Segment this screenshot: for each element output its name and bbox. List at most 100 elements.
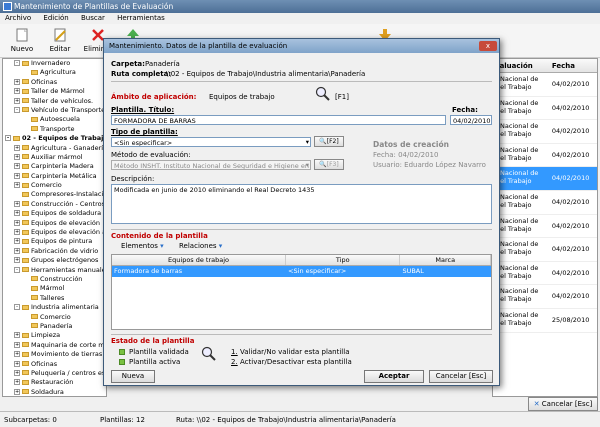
nueva-button[interactable]: Nueva (111, 370, 155, 383)
tree-item[interactable]: - Industria alimentaria (3, 303, 106, 312)
tree-item[interactable]: Comercio (3, 313, 106, 322)
contenido-grid[interactable]: Equipos de trabajo Tipo Marca Formadora … (111, 254, 492, 330)
grid-col-equipos[interactable]: Equipos de trabajo (112, 255, 287, 265)
tree-item[interactable]: + Construcción - Centros (3, 200, 106, 209)
menu-archivo[interactable]: Archivo (0, 13, 36, 23)
editar-button[interactable]: Editar (40, 26, 80, 56)
tree-item[interactable]: + Oficinas (3, 360, 106, 369)
tree-item[interactable]: + Comercio (3, 181, 106, 190)
menu-edicion[interactable]: Edición (38, 13, 73, 23)
tree-item[interactable]: + Movimiento de tierras (3, 350, 106, 359)
tree-item[interactable]: + Taller de Mármol (3, 87, 106, 96)
col-fecha[interactable]: Fecha (550, 59, 597, 72)
tree-item[interactable]: + Maquinaria de corte mál (3, 341, 106, 350)
tree-item[interactable]: + Peluquería / centros esté (3, 369, 106, 378)
cancel-main-button[interactable]: ✕ Cancelar [Esc] (528, 397, 598, 411)
expand-icon[interactable]: + (14, 163, 20, 170)
tree-item[interactable]: + Grupos electrógenos (3, 256, 106, 265)
table-row[interactable]: o Nacional de e el Trabajo 04/02/2010 (493, 167, 597, 191)
expand-icon[interactable]: + (14, 78, 20, 85)
nuevo-button[interactable]: Nuevo (2, 26, 42, 56)
expand-icon[interactable]: + (14, 97, 20, 104)
tree-item[interactable]: + Auxiliar mármol (3, 153, 106, 162)
tree-item[interactable]: Talleres (3, 294, 106, 303)
tree-item[interactable]: Agricultura (3, 68, 106, 77)
f2-button[interactable]: 🔍[F2] (314, 136, 344, 147)
grid-col-marca[interactable]: Marca (400, 255, 491, 265)
tree-item[interactable]: + Soldadura (3, 388, 106, 396)
tree-item[interactable]: + Equipos de soldadura (3, 209, 106, 218)
collapse-icon[interactable]: - (5, 135, 11, 142)
grid-col-tipo[interactable]: Tipo (286, 255, 401, 265)
expand-icon[interactable]: + (14, 144, 20, 151)
table-row[interactable]: o Nacional de e el Trabajo 25/08/2010 (493, 309, 597, 333)
tree-item[interactable]: + Fabricación de vidrio (3, 247, 106, 256)
collapse-icon[interactable]: - (14, 266, 20, 273)
expand-icon[interactable]: + (14, 88, 20, 95)
opt2-link[interactable]: Activar/Desactivar esta plantilla (240, 358, 352, 366)
table-row[interactable]: o Nacional de e el Trabajo 04/02/2010 (493, 97, 597, 121)
table-row[interactable]: o Nacional de e el Trabajo 04/02/2010 (493, 285, 597, 309)
expand-icon[interactable]: + (14, 379, 20, 386)
expand-icon[interactable]: + (14, 351, 20, 358)
tree-item[interactable]: Panadería (3, 322, 106, 331)
tree-item[interactable]: + Equipos de elevación (3, 219, 106, 228)
expand-icon[interactable]: + (14, 341, 20, 348)
tree-item[interactable]: + Restauración (3, 378, 106, 387)
expand-icon[interactable]: + (14, 369, 20, 376)
opt1-link[interactable]: Validar/No validar esta plantilla (240, 348, 350, 356)
descripcion-textarea[interactable]: Modificada en junio de 2010 eliminando e… (111, 184, 492, 224)
table-row[interactable]: o Nacional de e el Trabajo 04/02/2010 (493, 262, 597, 286)
expand-icon[interactable]: + (14, 257, 20, 264)
grid-row[interactable]: Formadora de barras <Sin especificar> SU… (112, 266, 491, 277)
tree-item[interactable]: Transporte (3, 125, 106, 134)
col-evaluacion[interactable]: valuación (493, 59, 550, 72)
tree-item[interactable]: Autoescuela (3, 115, 106, 124)
opt1-number[interactable]: 1. (231, 348, 238, 356)
expand-icon[interactable]: + (14, 153, 20, 160)
expand-icon[interactable]: + (14, 247, 20, 254)
tree-item[interactable]: + Taller de vehículos. (3, 97, 106, 106)
menu-buscar[interactable]: Buscar (76, 13, 110, 23)
expand-icon[interactable]: + (14, 172, 20, 179)
tree-item[interactable]: + Carpintería Madera (3, 162, 106, 171)
table-row[interactable]: o Nacional de e el Trabajo 04/02/2010 (493, 73, 597, 97)
templates-table[interactable]: valuación Fecha o Nacional de e el Trabaj… (492, 58, 598, 397)
tree-item[interactable]: - Herramientas manuales (3, 266, 106, 275)
tree-item[interactable]: Construcción (3, 275, 106, 284)
tree-item[interactable]: + Carpintería Metálica (3, 172, 106, 181)
collapse-icon[interactable]: - (14, 60, 20, 66)
tree-item[interactable]: - Invernadero (3, 59, 106, 68)
table-row[interactable]: o Nacional de e el Trabajo 04/02/2010 (493, 215, 597, 239)
tree-item[interactable]: - 02 - Equipos de Trabajo (3, 134, 106, 143)
cancelar-button[interactable]: Cancelar [Esc] (429, 370, 493, 383)
expand-icon[interactable]: + (14, 332, 20, 339)
tree-item[interactable]: + Limpieza (3, 331, 106, 340)
expand-icon[interactable]: + (14, 360, 20, 367)
tree-item[interactable]: + Agricultura - Ganadería (3, 144, 106, 153)
expand-icon[interactable]: + (14, 219, 20, 226)
fecha-field[interactable]: 04/02/2010 (450, 115, 492, 125)
table-row[interactable]: o Nacional de e el Trabajo 04/02/2010 (493, 120, 597, 144)
opt2-number[interactable]: 2. (231, 358, 238, 366)
search-icon[interactable] (315, 86, 331, 102)
folder-tree[interactable]: - Invernadero Agricultura + Oficinas + Taller … (2, 58, 107, 397)
tree-item[interactable]: Compresores-Instalaciones (3, 190, 106, 199)
elementos-menu[interactable]: Elementos ▾ (121, 242, 164, 250)
dialog-close-button[interactable]: x (479, 41, 497, 51)
table-row[interactable]: o Nacional de e el Trabajo 04/02/2010 (493, 144, 597, 168)
expand-icon[interactable]: + (14, 238, 20, 245)
tipo-select[interactable]: <Sin especificar> ▾ (111, 137, 311, 147)
table-row[interactable]: o Nacional de e el Trabajo 04/02/2010 (493, 191, 597, 215)
expand-icon[interactable]: + (14, 210, 20, 217)
expand-icon[interactable]: + (14, 388, 20, 395)
expand-icon[interactable]: + (14, 229, 20, 236)
collapse-icon[interactable]: - (14, 106, 20, 113)
collapse-icon[interactable]: - (14, 304, 20, 311)
titulo-field[interactable]: FORMADORA DE BARRAS (111, 115, 446, 125)
table-row[interactable]: o Nacional de e el Trabajo 04/02/2010 (493, 238, 597, 262)
aceptar-button[interactable]: Aceptar (364, 370, 424, 383)
expand-icon[interactable]: + (14, 200, 20, 207)
expand-icon[interactable]: + (14, 182, 20, 189)
menu-herramientas[interactable]: Herramientas (112, 13, 170, 23)
